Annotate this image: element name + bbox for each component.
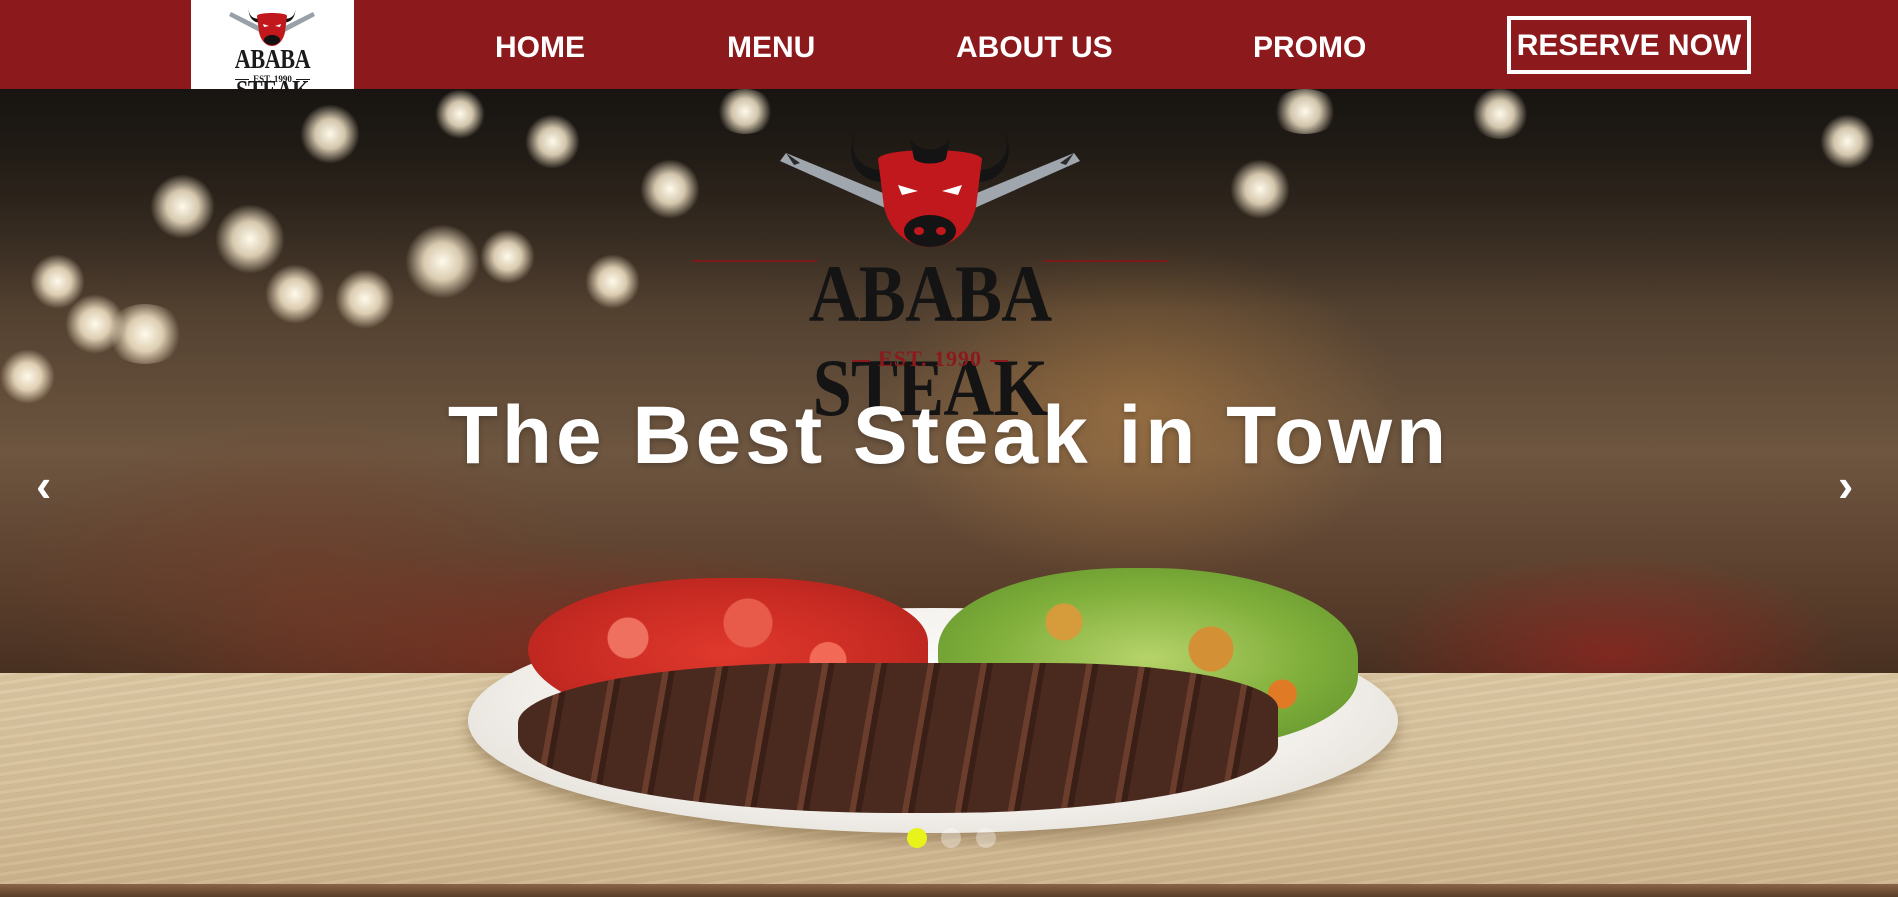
steak-plate-image <box>468 568 1398 833</box>
nav-brand-established: EST. 1990 <box>191 74 354 84</box>
bull-logo-icon <box>229 6 315 46</box>
bokeh-light <box>435 89 485 139</box>
bokeh-light <box>480 229 535 284</box>
hero-carousel: ABABA STEAK EST. 1990 The Best Steak in … <box>0 89 1898 897</box>
bokeh-light <box>525 114 580 169</box>
top-navigation: ABABA STEAK EST. 1990 HOME MENU ABOUT US… <box>0 0 1898 105</box>
bokeh-light <box>1820 114 1875 169</box>
bokeh-light <box>405 224 480 299</box>
hero-brand-established: EST. 1990 <box>690 346 1170 372</box>
carousel-dot-2[interactable] <box>941 828 962 848</box>
carousel-prev-arrow[interactable]: ‹ <box>36 462 51 508</box>
table-edge <box>0 884 1898 897</box>
reserve-now-button[interactable]: RESERVE NOW <box>1507 16 1751 74</box>
bokeh-light <box>335 269 395 329</box>
bull-logo-icon <box>780 125 1080 247</box>
bokeh-light <box>585 254 640 309</box>
bokeh-light <box>300 104 360 164</box>
bokeh-light <box>105 304 185 364</box>
hero-logo: ABABA STEAK EST. 1990 <box>690 119 1170 433</box>
carousel-next-arrow[interactable]: › <box>1838 462 1853 508</box>
carousel-dot-3[interactable] <box>975 828 996 848</box>
nav-link-menu[interactable]: MENU <box>727 0 815 89</box>
sliced-steak <box>518 663 1278 813</box>
bokeh-light <box>150 174 215 239</box>
hero-headline: The Best Steak in Town <box>447 390 1451 481</box>
nav-link-about-us[interactable]: ABOUT US <box>956 0 1113 89</box>
bokeh-light <box>1230 159 1290 219</box>
bokeh-light <box>1470 89 1530 139</box>
bokeh-light <box>215 204 285 274</box>
carousel-dot-1[interactable] <box>907 828 927 848</box>
bokeh-light <box>265 264 325 324</box>
nav-link-promo[interactable]: PROMO <box>1253 0 1366 89</box>
nav-link-home[interactable]: HOME <box>495 0 585 89</box>
bokeh-light <box>1270 89 1340 134</box>
nav-logo[interactable]: ABABA STEAK EST. 1990 <box>191 0 354 105</box>
carousel-dots <box>907 828 1006 850</box>
